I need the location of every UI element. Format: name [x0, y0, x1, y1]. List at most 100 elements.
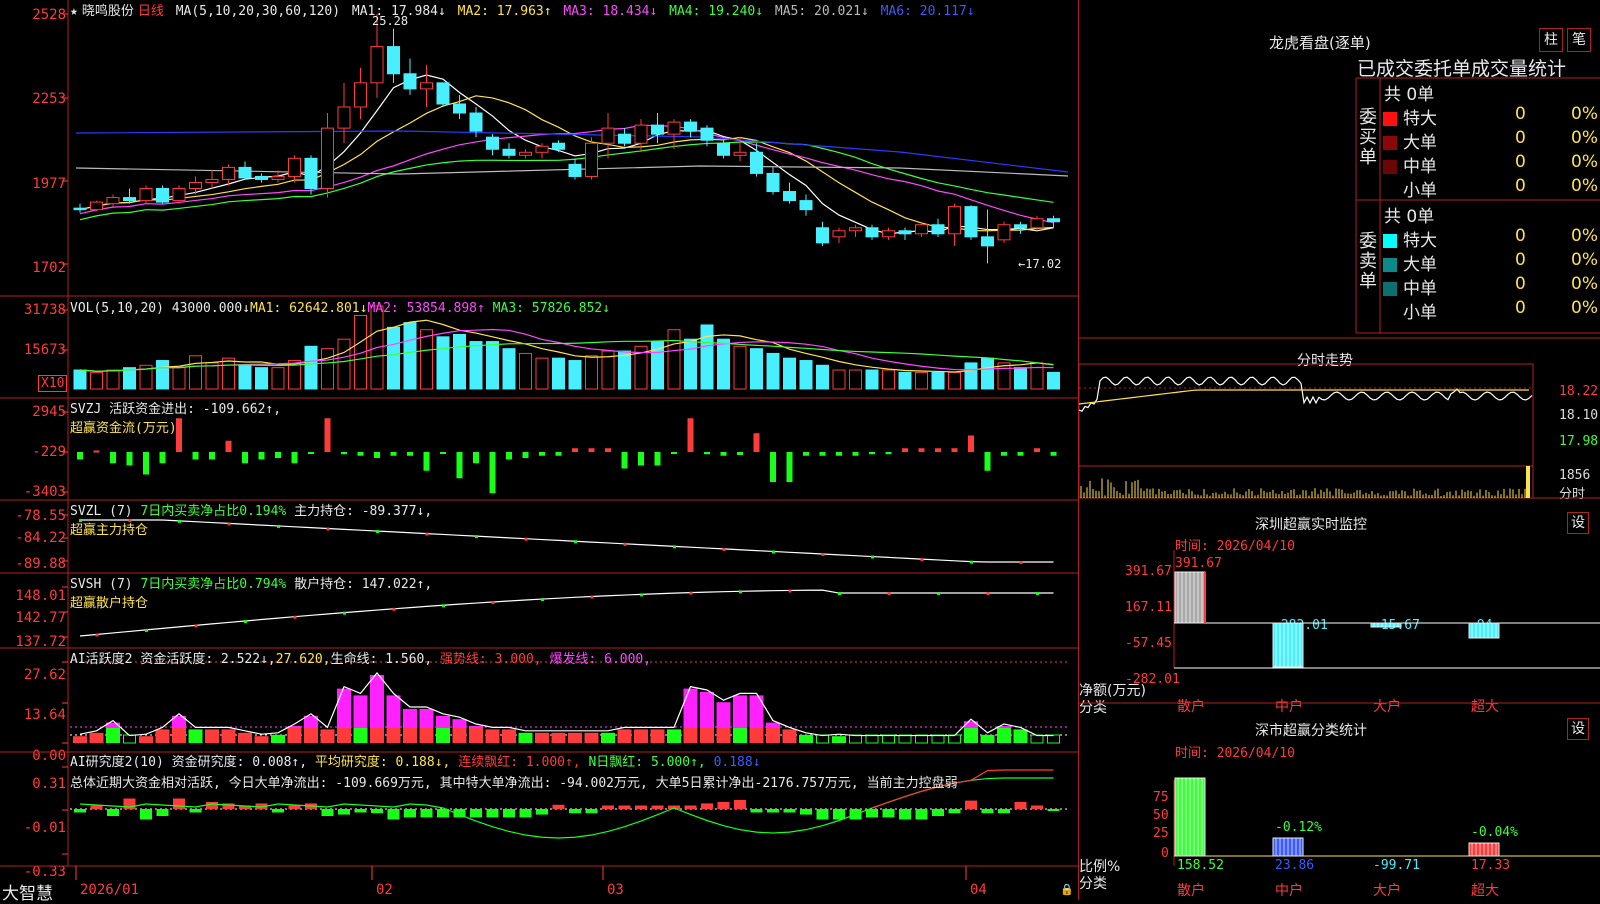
research-bar	[107, 809, 119, 816]
volume-bar	[965, 363, 977, 389]
candle-body	[569, 164, 581, 176]
stats-bar-stripe	[1287, 838, 1289, 856]
stats-bar-stripe	[1495, 843, 1497, 856]
svsh-dot	[591, 596, 594, 599]
monitor-bar-stripe	[1479, 623, 1481, 638]
research-bar	[701, 803, 713, 809]
flow-bar	[160, 452, 166, 463]
volume-bar	[190, 356, 202, 389]
monitor-bar-stripe	[1193, 572, 1195, 623]
research-bar	[536, 809, 548, 815]
active-bar	[255, 736, 269, 743]
research-bar	[982, 809, 994, 813]
flow-bar	[440, 452, 446, 454]
volume-bar	[767, 353, 779, 389]
stats-bar-stripe	[1197, 778, 1199, 856]
x-label: 04	[970, 882, 987, 898]
active-bar	[717, 728, 731, 743]
monitor-bar-stripe	[1389, 623, 1391, 627]
candle-body	[470, 113, 482, 131]
volume-bar	[404, 323, 416, 389]
flow-bar	[292, 452, 298, 463]
monitor-bar-stripe	[1373, 623, 1375, 627]
active-bar-top	[403, 709, 417, 728]
research-label: AI研究度2(10)	[70, 755, 164, 770]
vol-ma3: MA3: 57826.852↓	[493, 301, 610, 316]
stats-bar-stripe	[1181, 778, 1183, 856]
volume-bar	[1015, 368, 1027, 389]
volume-bar	[206, 363, 218, 389]
volume-bar	[916, 372, 928, 389]
research-bar	[949, 809, 961, 813]
candle-body	[520, 152, 532, 155]
candle-body	[338, 107, 350, 128]
candle-body	[982, 237, 994, 246]
active-bar	[271, 735, 285, 743]
research-bar	[190, 809, 202, 813]
research-bar	[602, 806, 614, 810]
active-bar	[124, 735, 136, 743]
candle-body	[586, 143, 598, 176]
flow-bar	[308, 452, 314, 454]
flow-bar	[985, 452, 991, 471]
flow-bar	[424, 452, 430, 471]
candle-body	[454, 104, 466, 113]
flow-bar	[886, 452, 892, 454]
flow-bar	[836, 452, 842, 456]
research-bar	[635, 806, 647, 810]
stats-bar-stripe	[1177, 778, 1179, 856]
candle-body	[503, 149, 515, 155]
candle-body	[404, 74, 416, 89]
active-bar	[222, 729, 236, 743]
monitor-bar-stripe	[1487, 623, 1489, 638]
active-bar	[189, 729, 203, 743]
active-bar	[403, 728, 417, 743]
volume-bar	[850, 370, 862, 389]
research-bar	[718, 802, 730, 809]
active-bar	[601, 733, 615, 743]
active-bar	[1048, 735, 1060, 743]
stats-bar-stripe	[1193, 778, 1195, 856]
svsh-dot	[343, 612, 346, 615]
volume-bar	[949, 372, 961, 389]
active-bar	[90, 733, 104, 743]
flow-bar	[94, 451, 100, 453]
research-bar	[173, 799, 185, 810]
candle-body	[322, 128, 334, 188]
flow-bar	[374, 452, 380, 458]
active-bar	[288, 728, 302, 743]
candle-body	[1015, 225, 1027, 228]
research-bar	[800, 809, 812, 815]
candle-body	[635, 125, 647, 143]
flow-bar	[754, 433, 760, 452]
flow-bar	[622, 452, 628, 469]
active-v2: 27.620,	[276, 652, 331, 667]
research-bar	[272, 809, 284, 813]
active-bar	[733, 728, 747, 743]
stats-bar-stripe	[1299, 838, 1301, 856]
monitor-bar-stripe	[1475, 623, 1477, 638]
active-bar	[535, 733, 549, 743]
svsh-dot	[789, 589, 792, 592]
svzj-text: 活跃资金进出: -109.662↑,	[109, 402, 281, 417]
monitor-bar-stripe	[1279, 623, 1281, 667]
active-label: AI活跃度2	[70, 652, 132, 667]
flow-bar	[721, 452, 727, 456]
flow-bar	[143, 452, 149, 475]
flow-bar	[407, 452, 413, 456]
volume-bar	[619, 351, 631, 389]
candle-body	[751, 152, 763, 173]
stats-bar-stripe	[1471, 843, 1473, 856]
flow-bar	[77, 452, 83, 460]
volume-bar	[421, 330, 433, 389]
svzl-dot	[1020, 561, 1023, 564]
flow-bar	[226, 441, 232, 452]
research-t5: 0.188↓	[714, 755, 761, 770]
monitor-bar-stripe	[1185, 572, 1187, 623]
active-bar	[568, 733, 582, 743]
flow-bar	[869, 452, 875, 454]
main-chart-area[interactable]: ★ 晓鸣股份 日线 MA(5,10,20,30,60,120) MA1: 17.98…	[0, 0, 1078, 900]
flow-bar	[605, 448, 611, 452]
lock-icon[interactable]: 🔒	[1060, 883, 1074, 896]
research-bar	[817, 809, 829, 820]
